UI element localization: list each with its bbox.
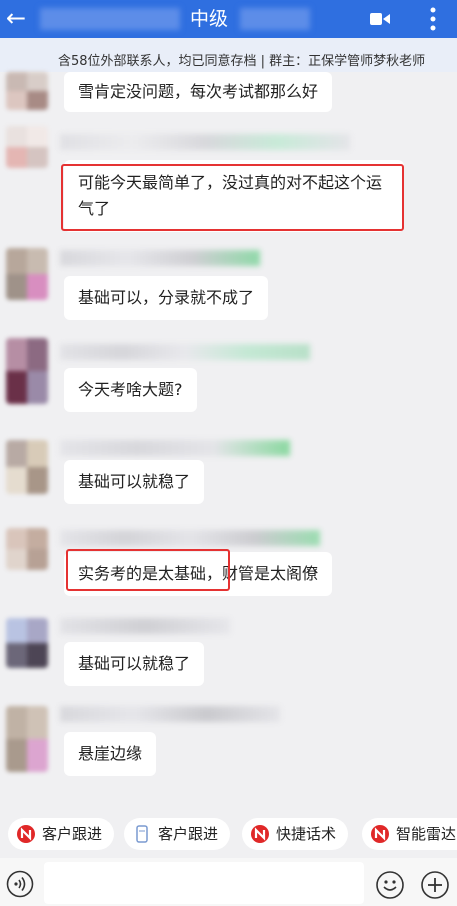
blurred-member-count <box>240 8 310 30</box>
voice-icon[interactable] <box>6 870 34 898</box>
chip-label: 客户跟进 <box>158 825 219 843</box>
customer-follow-up-doc-button[interactable]: 客户跟进 <box>124 818 231 850</box>
message-input[interactable] <box>44 862 364 904</box>
blurred-nickname <box>60 618 230 634</box>
blurred-nickname <box>60 530 320 546</box>
avatar[interactable] <box>6 528 48 570</box>
message-bubble: 基础可以就稳了 <box>64 460 205 504</box>
chip-label: 客户跟进 <box>42 825 103 843</box>
customer-follow-up-button[interactable]: 客户跟进 <box>8 818 115 850</box>
smart-radar-button[interactable]: 智能雷达 <box>362 818 457 850</box>
avatar[interactable] <box>6 126 48 168</box>
more-vert-icon[interactable] <box>430 6 436 32</box>
blurred-nickname <box>60 134 350 150</box>
message-bubble: 雪肯定没问题，每次考试都那么好 <box>64 72 333 112</box>
red-n-icon <box>251 825 269 843</box>
blurred-nickname <box>60 250 260 266</box>
message-bubble: 基础可以，分录就不成了 <box>64 276 269 320</box>
avatar[interactable] <box>6 248 48 300</box>
message-bubble: 悬崖边缘 <box>64 732 157 776</box>
chip-label: 智能雷达 <box>396 825 457 843</box>
avatar[interactable] <box>6 440 48 494</box>
avatar[interactable] <box>6 706 48 772</box>
page-title: 中级 <box>190 8 229 30</box>
avatar[interactable] <box>6 338 48 404</box>
message-bubble: 今天考啥大题? <box>64 368 197 412</box>
red-n-icon <box>371 825 389 843</box>
avatar[interactable] <box>6 72 48 110</box>
blurred-nickname <box>60 440 290 456</box>
emoji-icon[interactable] <box>375 870 405 900</box>
highlight-box <box>66 549 230 591</box>
add-icon[interactable] <box>420 870 450 900</box>
avatar[interactable] <box>6 618 48 668</box>
blurred-group-name <box>40 8 180 30</box>
video-call-icon[interactable] <box>370 11 390 27</box>
blurred-nickname <box>60 344 310 360</box>
message-bubble: 基础可以就稳了 <box>64 642 205 686</box>
quick-phrases-button[interactable]: 快捷话术 <box>242 818 349 850</box>
quick-action-bar: 客户跟进 客户跟进 快捷话术 智能雷达 <box>0 806 457 858</box>
title-bar: ← 中级 <box>0 0 457 38</box>
back-arrow-icon[interactable]: ← <box>6 4 26 32</box>
blurred-nickname <box>60 706 280 722</box>
chip-label: 快捷话术 <box>276 825 337 843</box>
group-notice-text: 含58位外部联系人，均已同意存档 | 群主：正保学管师梦秋老师 <box>58 54 426 69</box>
highlight-box <box>61 164 404 231</box>
document-icon <box>136 825 148 843</box>
red-n-icon <box>17 825 35 843</box>
